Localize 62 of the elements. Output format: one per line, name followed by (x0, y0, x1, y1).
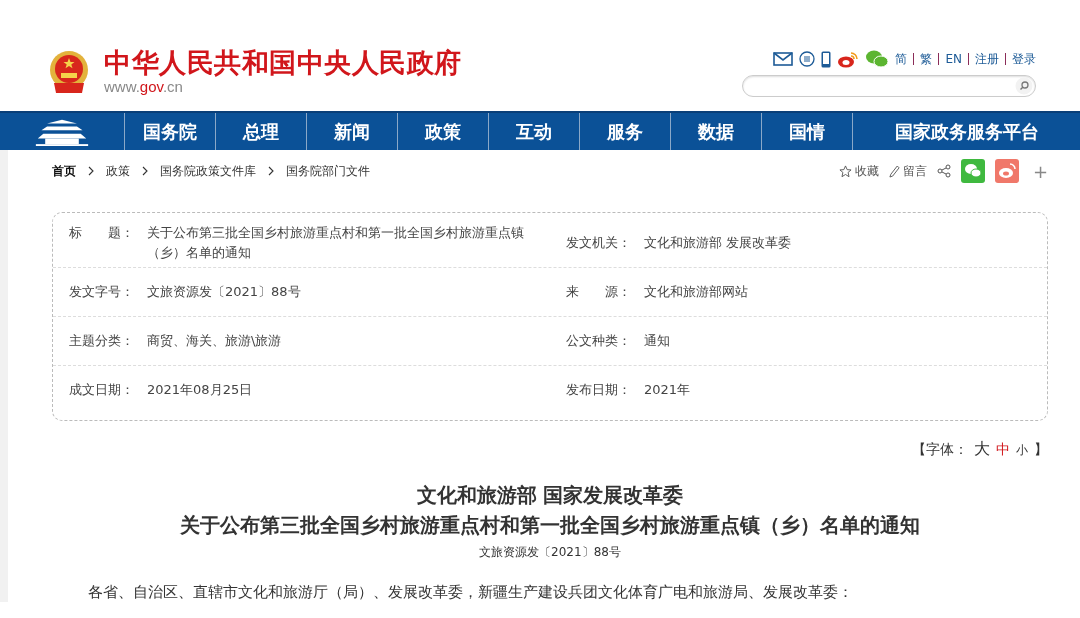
header-link[interactable]: EN (945, 52, 962, 66)
info-label: 公文种类： (566, 332, 632, 350)
article-title: 关于公布第三批全国乡村旅游重点村和第一批全国乡村旅游重点镇（乡）名单的通知 (179, 512, 921, 539)
info-value: 2021年 (644, 381, 692, 399)
wechat-icon[interactable] (865, 50, 890, 68)
nav-tab[interactable]: 新闻 (307, 113, 398, 150)
nav-tab[interactable]: 国家政务服务平台 (853, 113, 1080, 150)
site-title: 中华人民共和国中央人民政府 (104, 48, 462, 78)
info-label: 标 题： (69, 224, 135, 242)
info-value: 文化和旅游部 发展改革委 (644, 234, 793, 252)
nav-tab[interactable]: 国务院 (125, 113, 216, 150)
chevron-right-icon (268, 166, 274, 176)
search-icon[interactable] (1015, 77, 1033, 95)
chat-bubble-icon[interactable] (799, 51, 816, 67)
font-size-bracket: 】 (1034, 441, 1048, 459)
article-title: 文化和旅游部 国家发展改革委 (415, 482, 685, 509)
font-size-option[interactable]: 大 (974, 439, 990, 460)
info-value: 商贸、海关、旅游\旅游 (147, 332, 283, 350)
nav-tab[interactable]: 数据 (671, 113, 762, 150)
chevron-right-icon (88, 166, 94, 176)
nav-tab[interactable]: 国情 (762, 113, 853, 150)
nav-tab[interactable]: 互动 (489, 113, 580, 150)
nav-tab[interactable]: 服务 (580, 113, 671, 150)
breadcrumb-link[interactable]: 政策 (106, 162, 130, 180)
share-icon[interactable] (936, 164, 951, 178)
font-size-label: 【字体： (912, 441, 968, 459)
info-value: 通知 (644, 332, 671, 350)
breadcrumb-link[interactable]: 国务院部门文件 (286, 162, 370, 180)
star-icon[interactable] (838, 164, 852, 178)
weibo-share-icon[interactable] (994, 159, 1019, 183)
info-label: 发文字号： (69, 283, 135, 301)
nav-tab[interactable]: 政策 (398, 113, 489, 150)
wechat-share-icon[interactable] (960, 159, 985, 183)
font-size-option[interactable]: 中 (996, 441, 1010, 459)
info-value: 文化和旅游部网站 (644, 283, 749, 301)
info-label: 发文机关： (566, 234, 632, 252)
document-number: 文旅资源发〔2021〕88号 (478, 544, 622, 561)
header-link[interactable]: 繁 (920, 50, 933, 68)
info-label: 来 源： (566, 283, 632, 301)
header-link[interactable]: 注册 (975, 50, 999, 68)
comment-link[interactable]: 留言 (902, 162, 927, 180)
info-value: 2021年08月25日 (147, 381, 254, 399)
info-label: 主题分类： (69, 332, 135, 350)
nav-tab[interactable]: 总理 (216, 113, 307, 150)
favorite-link[interactable]: 收藏 (854, 162, 879, 180)
header-link[interactable]: 登录 (1012, 50, 1036, 68)
weibo-icon[interactable] (837, 50, 860, 68)
info-label: 发布日期： (566, 381, 632, 399)
font-size-option[interactable]: 小 (1016, 442, 1028, 459)
mail-icon[interactable] (773, 52, 794, 66)
info-value: 关于公布第三批全国乡村旅游重点村和第一批全国乡村旅游重点镇（乡）名单的通知 (147, 224, 525, 262)
info-value: 文旅资源发〔2021〕88号 (147, 283, 302, 301)
header-link[interactable]: 简 (895, 50, 908, 68)
chevron-right-icon (142, 166, 148, 176)
more-share-link[interactable]: + (1032, 160, 1048, 182)
breadcrumb-link[interactable]: 首页 (52, 162, 76, 180)
mobile-phone-icon[interactable] (821, 50, 832, 68)
salutation-text: 各省、自治区、直辖市文化和旅游厅（局）、发展改革委，新疆生产建设兵团文化体育广电和旅游局、发展改革委： (88, 583, 854, 602)
info-label: 成文日期： (69, 381, 135, 399)
site-url: www.gov.cn (104, 78, 184, 95)
pencil-icon[interactable] (888, 164, 900, 178)
breadcrumb-link[interactable]: 国务院政策文件库 (160, 162, 256, 180)
